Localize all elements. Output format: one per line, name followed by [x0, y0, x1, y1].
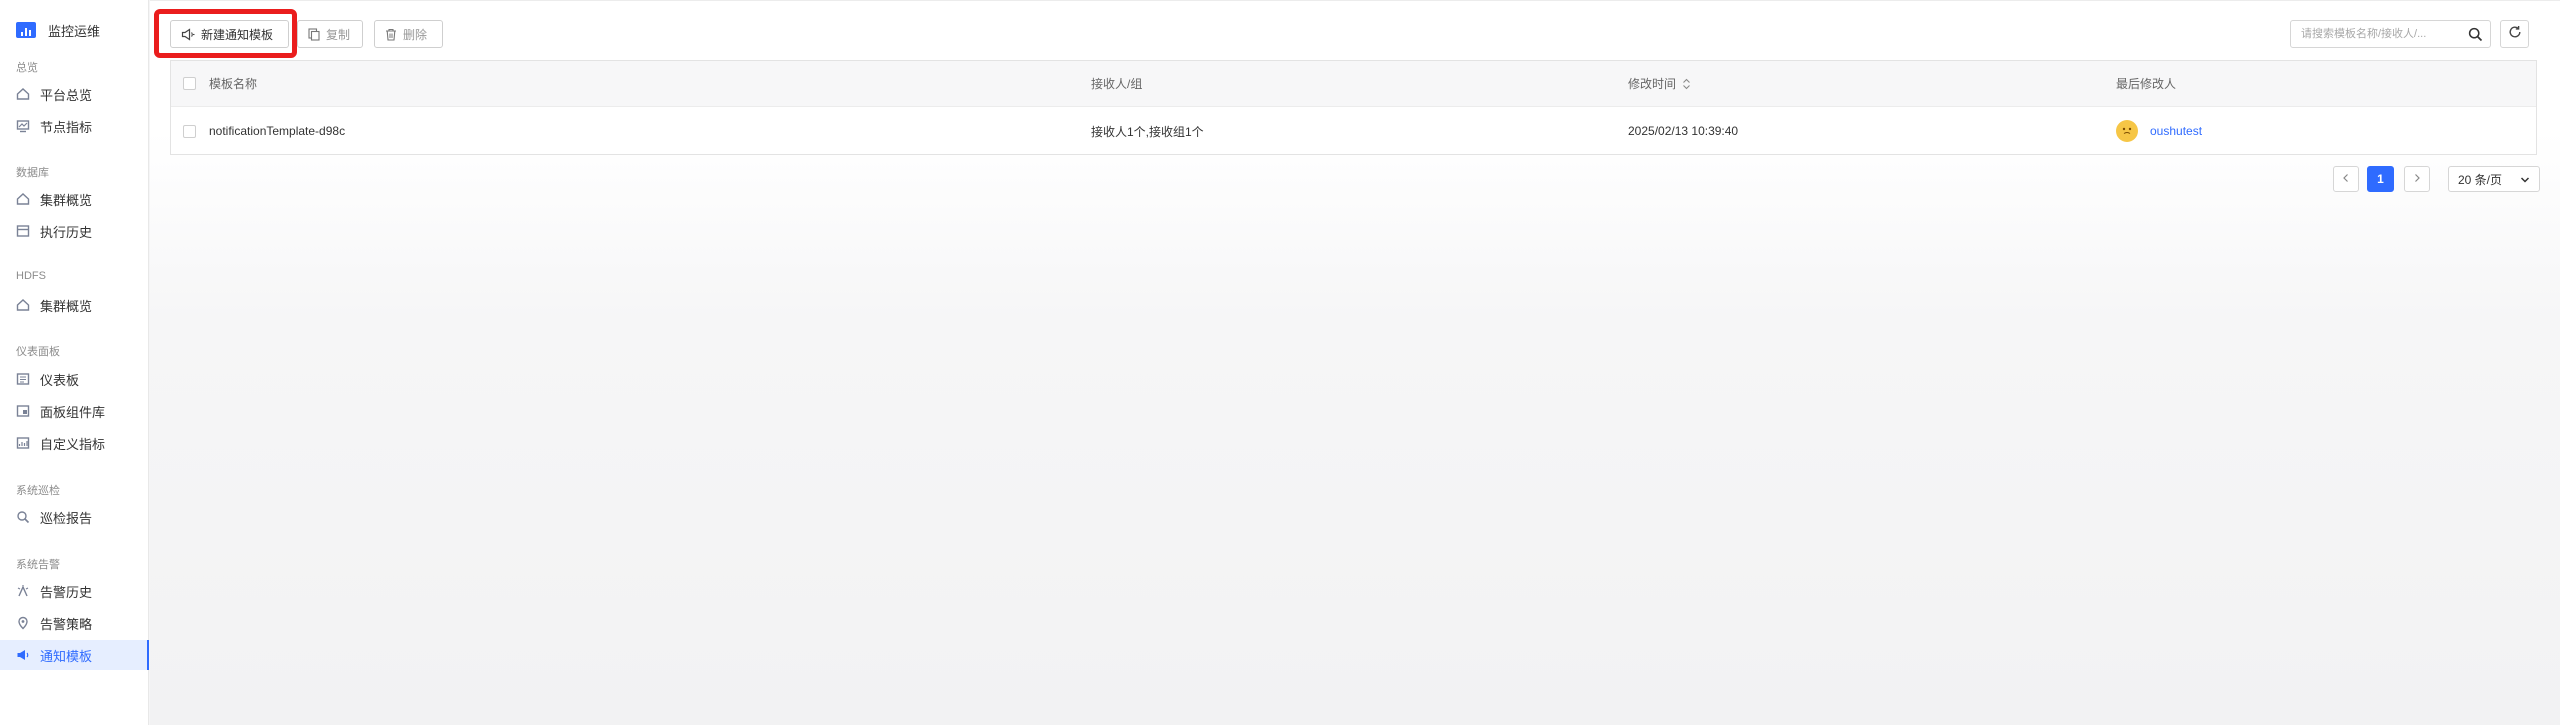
inspection-report-icon [16, 510, 30, 524]
section-label-inspection: 系统巡检 [16, 485, 60, 497]
app-title: 监控运维 [48, 23, 101, 39]
sidebar-item-custom-metrics[interactable]: 自定义指标 [0, 428, 149, 458]
column-header-modified-time[interactable]: 修改时间 [1628, 61, 1691, 106]
sidebar-item-label: 平台总览 [40, 87, 93, 103]
select-all-cell [183, 61, 196, 106]
sidebar-item-alert-history[interactable]: 告警历史 [0, 576, 149, 606]
avatar [2116, 120, 2138, 142]
sidebar: 监控运维 总览 平台总览 节点指标 数据库 集群概览 执行历史 HDFS 集群概… [0, 0, 149, 725]
history-icon [16, 224, 30, 238]
sidebar-item-component-library[interactable]: 面板组件库 [0, 396, 149, 426]
section-label-overview: 总览 [16, 62, 38, 74]
page-size-select[interactable]: 20 条/页 [2448, 166, 2540, 192]
sort-icon[interactable] [1682, 78, 1691, 90]
sidebar-item-label: 节点指标 [40, 119, 93, 135]
table-row[interactable]: notificationTemplate-d98c 接收人1个,接收组1个 20… [171, 107, 2536, 155]
section-label-hdfs: HDFS [16, 270, 46, 282]
sidebar-item-inspection-report[interactable]: 巡检报告 [0, 502, 149, 532]
monitor-icon [16, 119, 30, 133]
sidebar-item-label: 集群概览 [40, 298, 93, 314]
recipients-link[interactable]: 接收人1个,接收组1个 [1091, 107, 1204, 155]
home-icon [16, 192, 30, 206]
column-header-last-modifier[interactable]: 最后修改人 [2116, 61, 2176, 106]
sidebar-item-label: 通知模板 [40, 648, 93, 664]
last-modifier-cell: oushutest [2116, 107, 2202, 155]
home-icon [16, 298, 30, 312]
sidebar-item-label: 巡检报告 [40, 510, 93, 526]
sidebar-item-label: 面板组件库 [40, 404, 106, 420]
sidebar-item-dashboard[interactable]: 仪表板 [0, 364, 149, 394]
last-modifier-link[interactable]: oushutest [2150, 124, 2202, 138]
sidebar-item-label: 仪表板 [40, 372, 80, 388]
sidebar-item-label: 告警历史 [40, 584, 93, 600]
table-header: 模板名称 接收人/组 修改时间 最后修改人 [171, 61, 2536, 107]
copy-icon [308, 27, 320, 41]
search-icon[interactable] [2468, 27, 2483, 47]
next-page-button[interactable] [2404, 166, 2430, 192]
template-table: 模板名称 接收人/组 修改时间 最后修改人 notificationTempla… [170, 60, 2537, 155]
sidebar-item-hdfs-cluster-overview[interactable]: 集群概览 [0, 290, 149, 320]
select-all-checkbox[interactable] [183, 77, 196, 90]
alert-history-icon [16, 584, 30, 598]
app-brand[interactable]: 监控运维 [16, 19, 100, 41]
custom-metric-icon [16, 436, 30, 450]
home-icon [16, 87, 30, 101]
column-header-recipients[interactable]: 接收人/组 [1091, 61, 1142, 106]
page-number-current[interactable]: 1 [2367, 166, 2394, 192]
sidebar-item-node-metrics[interactable]: 节点指标 [0, 111, 149, 141]
template-name-link[interactable]: notificationTemplate-d98c [209, 107, 345, 155]
page-size-value: 20 条/页 [2458, 172, 2503, 187]
delete-button-label: 删除 [403, 27, 428, 42]
refresh-button[interactable] [2500, 20, 2529, 48]
trash-icon [385, 28, 397, 41]
sidebar-item-label: 集群概览 [40, 192, 93, 208]
sidebar-item-label: 执行历史 [40, 224, 93, 240]
refresh-icon [2508, 25, 2522, 44]
sidebar-item-notification-templates[interactable]: 通知模板 [0, 640, 149, 670]
highlight-annotation-box [154, 9, 297, 58]
modified-time: 2025/02/13 10:39:40 [1628, 124, 1739, 138]
dashboard-icon [16, 372, 30, 386]
column-header-label: 修改时间 [1628, 77, 1677, 91]
sidebar-item-execution-history[interactable]: 执行历史 [0, 216, 149, 246]
sidebar-item-platform-overview[interactable]: 平台总览 [0, 79, 149, 109]
chevron-right-icon [2413, 172, 2421, 186]
component-library-icon [16, 404, 30, 418]
megaphone-icon [16, 648, 30, 662]
chevron-down-icon [2520, 174, 2530, 188]
search-input[interactable] [2291, 21, 2459, 47]
section-label-database: 数据库 [16, 167, 49, 179]
search-box [2290, 20, 2491, 48]
row-select-cell [183, 107, 196, 155]
sidebar-item-alert-policy[interactable]: 告警策略 [0, 608, 149, 638]
chevron-left-icon [2342, 172, 2350, 186]
prev-page-button[interactable] [2333, 166, 2359, 192]
sidebar-item-label: 自定义指标 [40, 436, 106, 452]
column-header-name[interactable]: 模板名称 [209, 61, 257, 106]
copy-button-label: 复制 [326, 27, 351, 42]
sidebar-item-db-cluster-overview[interactable]: 集群概览 [0, 184, 149, 214]
delete-button[interactable]: 删除 [374, 20, 443, 48]
sidebar-item-label: 告警策略 [40, 616, 93, 632]
row-checkbox[interactable] [183, 124, 196, 138]
section-label-alerts: 系统告警 [16, 559, 60, 571]
section-label-dashboards: 仪表面板 [16, 346, 60, 358]
copy-button[interactable]: 复制 [297, 20, 363, 48]
alert-policy-icon [16, 616, 30, 630]
monitor-chart-icon [16, 22, 36, 38]
